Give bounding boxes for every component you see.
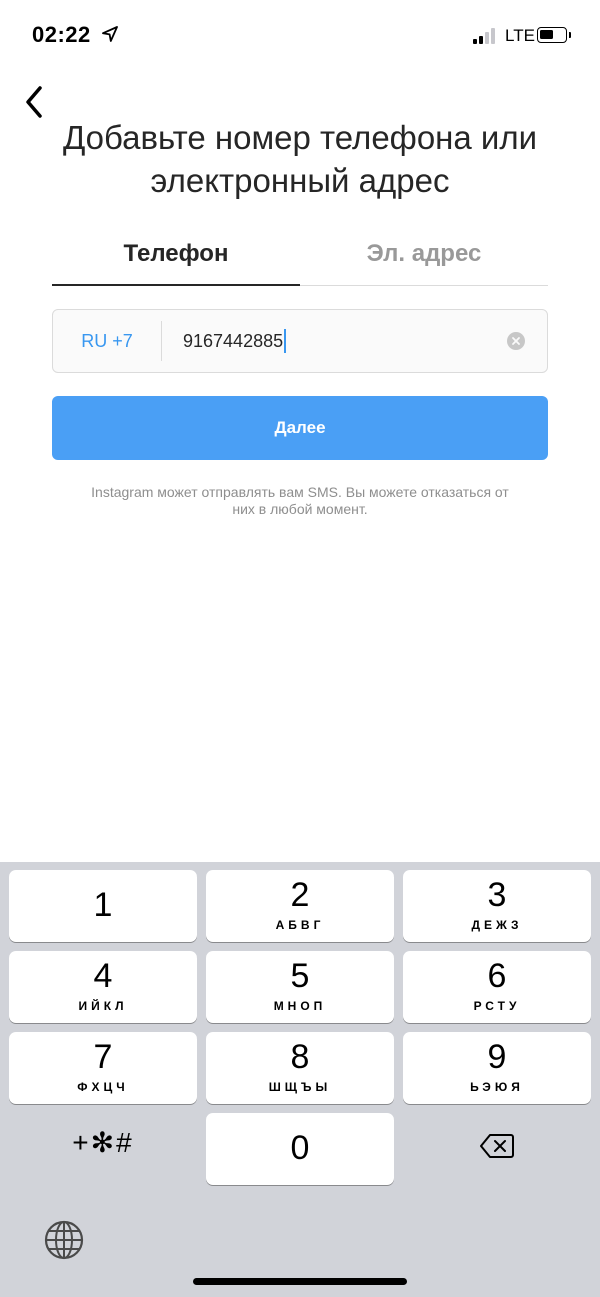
key-letters: ДЕЖЗ — [471, 918, 523, 932]
key-letters: ЬЭЮЯ — [470, 1080, 524, 1094]
battery-icon — [537, 27, 571, 43]
key-digit: 3 — [487, 876, 507, 914]
field-divider — [161, 321, 162, 361]
clear-circle-icon — [512, 337, 520, 345]
phone-input[interactable]: 9167442885 — [183, 310, 287, 372]
symbols-key[interactable]: +✻# — [9, 1113, 197, 1185]
tab-phone[interactable]: Телефон — [52, 228, 300, 288]
clear-input-button[interactable] — [507, 332, 525, 350]
key-letters: ШЩЪЫ — [268, 1080, 332, 1094]
delete-key[interactable] — [403, 1113, 591, 1185]
key-digit: 4 — [93, 957, 113, 995]
key-2[interactable]: 2 АБВГ — [206, 870, 394, 942]
next-button[interactable]: Далее — [52, 396, 548, 460]
key-digit: 0 — [290, 1129, 310, 1167]
backspace-icon — [480, 1134, 514, 1158]
signal-icon — [473, 28, 499, 44]
key-digit: 9 — [487, 1038, 507, 1076]
phone-field: RU +7 9167442885 — [52, 309, 548, 373]
key-4[interactable]: 4 ИЙКЛ — [9, 951, 197, 1023]
key-0[interactable]: 0 — [206, 1113, 394, 1185]
key-letters: АБВГ — [275, 918, 325, 932]
sms-disclaimer: Instagram может отправлять вам SMS. Вы м… — [91, 484, 509, 517]
key-3[interactable]: 3 ДЕЖЗ — [403, 870, 591, 942]
key-digit: 1 — [93, 886, 113, 924]
globe-icon[interactable] — [42, 1218, 86, 1262]
key-6[interactable]: 6 РСТУ — [403, 951, 591, 1023]
country-code-selector[interactable]: RU +7 — [53, 310, 161, 372]
chevron-left-icon — [26, 86, 42, 118]
status-bar: 02:22 LTE — [0, 0, 600, 72]
text-caret — [284, 328, 287, 353]
symbols-key-label: +✻# — [72, 1127, 134, 1158]
key-8[interactable]: 8 ШЩЪЫ — [206, 1032, 394, 1104]
status-time: 02:22 — [32, 22, 91, 47]
home-indicator — [193, 1278, 407, 1285]
key-1[interactable]: 1 — [9, 870, 197, 942]
contact-type-tabs: Телефон Эл. адрес — [52, 228, 548, 288]
key-digit: 2 — [290, 876, 310, 914]
tab-email[interactable]: Эл. адрес — [300, 228, 548, 288]
key-letters: ИЙКЛ — [78, 999, 128, 1013]
phone-input-value: 9167442885 — [183, 331, 284, 351]
key-5[interactable]: 5 МНОП — [206, 951, 394, 1023]
network-type-label: LTE — [505, 26, 535, 45]
key-9[interactable]: 9 ЬЭЮЯ — [403, 1032, 591, 1104]
key-letters: РСТУ — [473, 999, 521, 1013]
key-digit: 7 — [93, 1038, 113, 1076]
key-digit: 8 — [290, 1038, 310, 1076]
key-letters: МНОП — [273, 999, 327, 1013]
key-digit: 6 — [487, 957, 507, 995]
key-letters: ФХЦЧ — [77, 1080, 129, 1094]
location-arrow-icon — [102, 26, 118, 42]
key-7[interactable]: 7 ФХЦЧ — [9, 1032, 197, 1104]
key-digit: 5 — [290, 957, 310, 995]
page-title: Добавьте номер телефона или электронный … — [62, 119, 538, 199]
